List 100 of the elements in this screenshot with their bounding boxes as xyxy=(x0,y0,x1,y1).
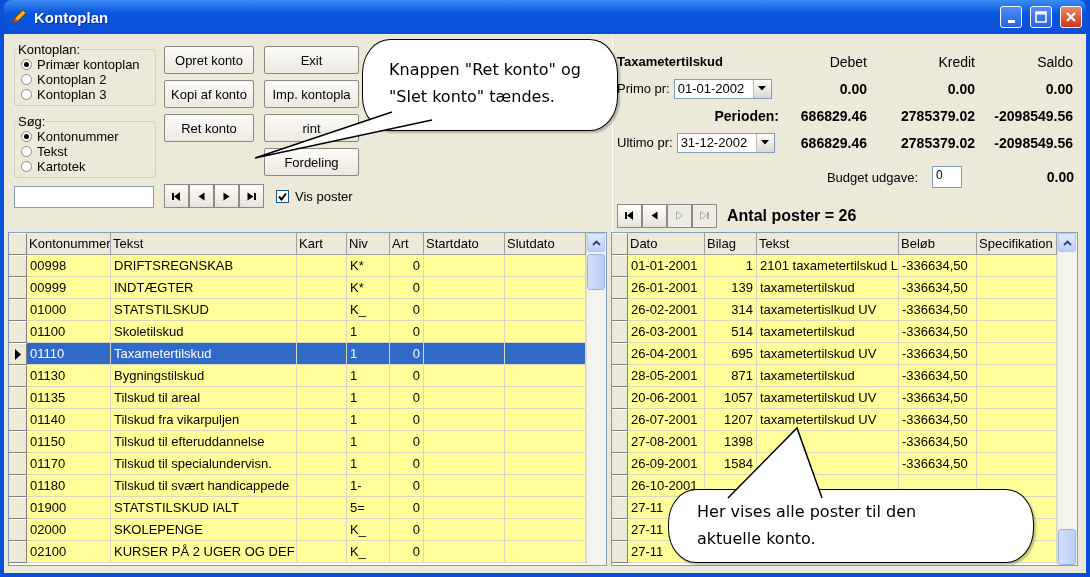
nav-button[interactable] xyxy=(642,203,667,228)
table-row[interactable]: 01100 Skoletilskud 1 0 xyxy=(9,321,586,343)
checkmark-icon xyxy=(278,191,287,201)
action-button[interactable]: Ret konto xyxy=(164,114,254,142)
table-row[interactable]: 01150 Tilskud til efteruddannelse 1 0 xyxy=(9,431,586,453)
amount: 2785379.02 xyxy=(900,107,975,124)
column-header[interactable]: Tekst xyxy=(111,233,297,255)
nav-button[interactable] xyxy=(189,184,214,208)
table-row[interactable]: 01135 Tilskud til areal 1 0 xyxy=(9,387,586,409)
column-header[interactable]: Kontonummer xyxy=(27,233,111,255)
amount: 686829.46 xyxy=(799,134,867,151)
action-button[interactable]: Kopi af konto xyxy=(164,80,254,108)
close-icon xyxy=(1065,11,1077,23)
previous-record-icon xyxy=(651,211,658,220)
column-header[interactable]: Art xyxy=(390,233,424,255)
radio-button[interactable] xyxy=(21,146,32,157)
record-count: Antal poster = 26 xyxy=(727,206,857,225)
budget-label: Budget udgave: xyxy=(826,169,918,185)
table-row[interactable]: 27-08-2001 1398 -336634,50 xyxy=(612,431,1057,453)
table-row[interactable]: 26-01-2001 139 taxametertilskud -336634,50 xyxy=(612,277,1057,299)
table-row[interactable]: 26-07-2001 1207 taxametertilskud UV -336634,50 xyxy=(612,409,1057,431)
date-label: Ultimo pr: xyxy=(617,135,673,150)
table-row[interactable]: 00999 INDTÆGTER K* 0 xyxy=(9,277,586,299)
radio-label[interactable]: Kontoplan 3 xyxy=(37,87,107,102)
table-row[interactable]: 01180 Tilskud til svært handicappede 1- 0 xyxy=(9,475,586,497)
table-cell: KURSER PÅ 2 UGER OG DEF xyxy=(111,541,297,563)
nav-button[interactable] xyxy=(164,184,189,208)
table-row[interactable]: 01900 STATSTILSKUD IALT 5= 0 xyxy=(9,497,586,519)
scrollbar-thumb[interactable] xyxy=(587,254,605,290)
date-dropdown[interactable]: 01-01-2002 xyxy=(673,78,772,99)
scrollbar-thumb[interactable] xyxy=(1058,529,1076,565)
amount: -2098549.56 xyxy=(993,107,1073,124)
table-row[interactable]: 28-05-2001 871 taxametertilskud -336634,50 xyxy=(612,365,1057,387)
table-row[interactable]: 01170 Tilskud til specialundervisn. 1 0 xyxy=(9,453,586,475)
radio-button[interactable] xyxy=(21,74,32,85)
table-row[interactable]: 00998 DRIFTSREGNSKAB K* 0 xyxy=(9,255,586,277)
action-button[interactable]: Fordeling xyxy=(264,148,359,176)
radio-label[interactable]: Kartotek xyxy=(37,159,86,174)
table-row[interactable]: 26-02-2001 314 taxametertislkud UV -336634,50 xyxy=(612,299,1057,321)
amount: -2098549.56 xyxy=(993,134,1073,151)
nav-button[interactable] xyxy=(239,184,264,208)
search-field[interactable] xyxy=(14,186,154,208)
account-name: Taxametertilskud xyxy=(617,54,723,69)
amount: 0.00 xyxy=(1044,80,1073,97)
minimize-button[interactable] xyxy=(1000,6,1022,28)
nav-button[interactable] xyxy=(214,184,239,208)
table-row[interactable]: 02000 SKOLEPENGE K_ 0 xyxy=(9,519,586,541)
table-cell: 0 xyxy=(390,541,424,563)
maximize-button[interactable] xyxy=(1030,6,1052,28)
action-button[interactable]: Imp. kontopla xyxy=(264,80,359,108)
column-header[interactable]: Dato xyxy=(628,233,705,255)
table-row[interactable]: 01140 Tilskud fra vikarpuljen 1 0 xyxy=(9,409,586,431)
radio-button[interactable] xyxy=(21,59,32,70)
table-row[interactable]: 01110 Taxametertilskud 1 0 xyxy=(9,343,586,365)
radio-button[interactable] xyxy=(21,89,32,100)
radio-label[interactable]: Primær kontoplan xyxy=(37,57,140,72)
amount: 0.00 xyxy=(1045,169,1074,185)
radio-label[interactable]: Kontonummer xyxy=(37,129,119,144)
table-row[interactable]: 20-06-2001 1057 taxametertilskud UV -336634,50 xyxy=(612,387,1057,409)
column-header[interactable]: Specifikation xyxy=(977,233,1057,255)
column-header[interactable]: Tekst xyxy=(757,233,899,255)
column-label: Debet xyxy=(828,53,867,70)
amount: 2785379.02 xyxy=(900,134,975,151)
checkbox-label[interactable]: Vis poster xyxy=(295,188,353,204)
action-button[interactable]: Exit xyxy=(264,46,359,74)
scroll-up-button[interactable] xyxy=(1058,233,1076,252)
budget-field[interactable]: 0 xyxy=(932,166,962,188)
table-row[interactable]: 26-04-2001 695 taxametertilskud UV -336634,50 xyxy=(612,343,1057,365)
group-label: Søg: xyxy=(18,114,46,129)
previous-record-icon xyxy=(198,191,205,201)
close-button[interactable] xyxy=(1060,6,1082,28)
table-row[interactable]: 26-03-2001 514 taxametertilskud -336634,50 xyxy=(612,321,1057,343)
table-cell: K_ xyxy=(347,541,390,563)
first-record-icon xyxy=(625,211,634,220)
table-row[interactable]: 01-01-2001 1 2101 taxametertilskud L -336634,50 xyxy=(612,255,1057,277)
table-row[interactable]: 01130 Bygningstilskud 1 0 xyxy=(9,365,586,387)
dropdown-arrow-icon xyxy=(758,86,767,91)
column-header[interactable]: Beløb xyxy=(899,233,977,255)
table-row[interactable]: 02100 KURSER PÅ 2 UGER OG DEF K_ 0 xyxy=(9,541,586,563)
date-dropdown[interactable]: 31-12-2002 xyxy=(676,132,775,153)
column-header[interactable]: Niv xyxy=(347,233,390,255)
radio-label[interactable]: Kontoplan 2 xyxy=(37,72,107,87)
row-selector[interactable] xyxy=(9,343,27,365)
table-row[interactable]: 01000 STATSTILSKUD K_ 0 xyxy=(9,299,586,321)
column-header[interactable]: Startdato xyxy=(424,233,505,255)
radio-button[interactable] xyxy=(21,161,32,172)
checkbox[interactable] xyxy=(276,189,289,203)
first-record-icon xyxy=(172,191,181,201)
radio-label[interactable]: Tekst xyxy=(37,144,68,159)
amount: 686829.46 xyxy=(799,107,867,124)
column-header[interactable]: Kart xyxy=(297,233,347,255)
amount: 0.00 xyxy=(946,80,975,97)
radio-button[interactable] xyxy=(21,131,32,142)
action-button[interactable]: Opret konto xyxy=(164,46,254,74)
nav-button[interactable] xyxy=(617,203,642,228)
column-header[interactable]: Bilag xyxy=(705,233,757,255)
column-header[interactable]: Slutdato xyxy=(505,233,586,255)
scroll-up-button[interactable] xyxy=(587,233,605,252)
next-record-icon xyxy=(223,191,230,201)
period-label: Perioden: xyxy=(713,107,779,124)
